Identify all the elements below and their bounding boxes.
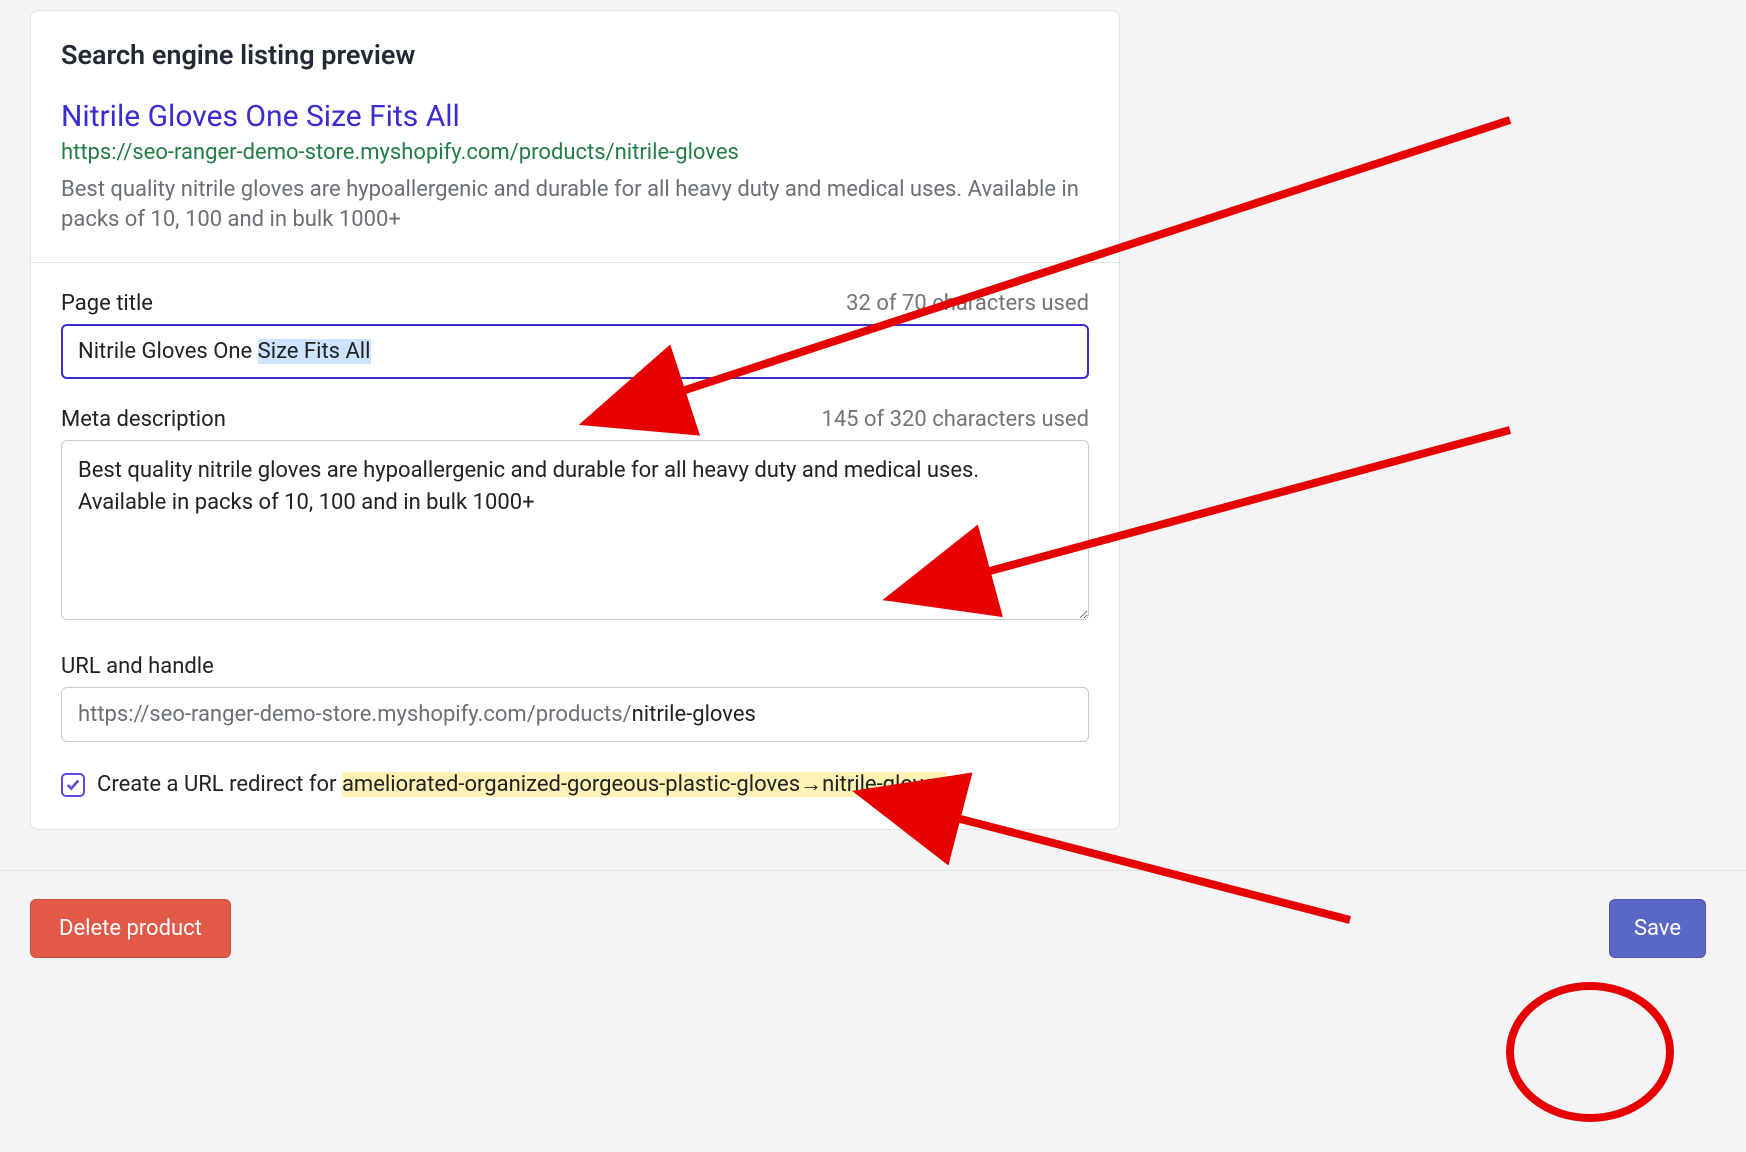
page-title-label: Page title <box>61 291 153 316</box>
page-title-value-selected: Size Fits All <box>258 339 371 364</box>
seo-fields-section: Page title 32 of 70 characters used Nitr… <box>31 262 1119 829</box>
page-title-char-count: 32 of 70 characters used <box>846 291 1089 316</box>
redirect-old-handle: ameliorated-organized-gorgeous-plastic-g… <box>342 772 800 797</box>
label-row: Meta description 145 of 320 characters u… <box>61 407 1089 432</box>
redirect-row: Create a URL redirect for ameliorated-or… <box>61 770 1089 801</box>
url-prefix: https://seo-ranger-demo-store.myshopify.… <box>78 702 632 727</box>
meta-description-field: Meta description 145 of 320 characters u… <box>61 407 1089 626</box>
url-handle-input[interactable]: https://seo-ranger-demo-store.myshopify.… <box>61 687 1089 742</box>
page-title-field: Page title 32 of 70 characters used Nitr… <box>61 291 1089 379</box>
seo-preview-url: https://seo-ranger-demo-store.myshopify.… <box>61 140 1089 165</box>
page-title-value-prefix: Nitrile Gloves One <box>78 339 258 364</box>
label-row: Page title 32 of 70 characters used <box>61 291 1089 316</box>
url-handle-field: URL and handle https://seo-ranger-demo-s… <box>61 654 1089 742</box>
annotation-circle <box>1500 975 1680 1130</box>
seo-preview-title: Nitrile Gloves One Size Fits All <box>61 99 1089 134</box>
page-title-input[interactable]: Nitrile Gloves One Size Fits All <box>61 324 1089 379</box>
checkmark-icon <box>66 773 80 798</box>
url-handle-value: nitrile-gloves <box>632 702 756 727</box>
redirect-new-handle: nitrile-gloves <box>822 772 946 797</box>
url-handle-label: URL and handle <box>61 654 214 679</box>
footer-actions: Delete product Save <box>0 871 1746 958</box>
meta-description-label: Meta description <box>61 407 226 432</box>
seo-card: Search engine listing preview Nitrile Gl… <box>30 10 1120 830</box>
redirect-prefix: Create a URL redirect for <box>97 772 342 797</box>
seo-preview-section: Search engine listing preview Nitrile Gl… <box>31 11 1119 262</box>
delete-product-button[interactable]: Delete product <box>30 899 231 958</box>
card-title: Search engine listing preview <box>61 39 1089 71</box>
meta-description-char-count: 145 of 320 characters used <box>821 407 1089 432</box>
seo-preview-description: Best quality nitrile gloves are hypoalle… <box>61 175 1089 234</box>
redirect-label: Create a URL redirect for ameliorated-or… <box>97 770 946 801</box>
label-row: URL and handle <box>61 654 1089 679</box>
meta-description-input[interactable] <box>61 440 1089 620</box>
arrow-right-icon: → <box>800 772 822 797</box>
redirect-checkbox[interactable] <box>61 773 85 797</box>
save-button[interactable]: Save <box>1609 899 1706 958</box>
